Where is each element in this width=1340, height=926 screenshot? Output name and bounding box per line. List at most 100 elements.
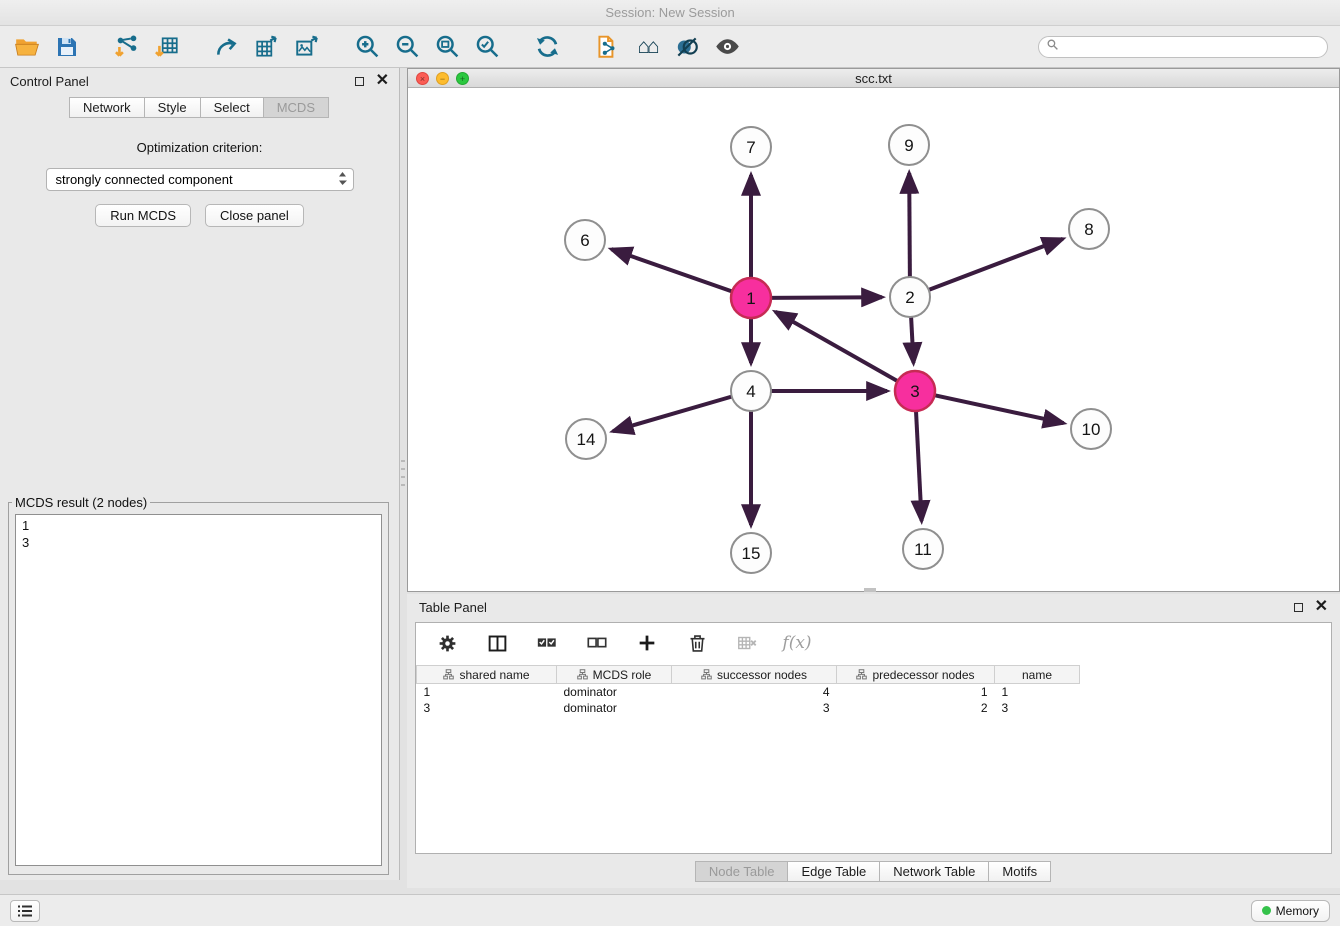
table-panel: Table Panel ✕ [407,594,1340,888]
graph-node-label-7: 7 [746,138,755,157]
mcds-result-box[interactable]: 1 3 [15,514,382,866]
column-header-mcds-role[interactable]: MCDS role [557,666,672,684]
graph-node-label-11: 11 [914,540,932,559]
control-panel: Control Panel ✕ Network Style Select MCD… [0,68,400,880]
memory-button-label: Memory [1276,904,1319,918]
export-image-icon[interactable] [292,32,322,62]
column-header-predecessor-nodes[interactable]: predecessor nodes [837,666,995,684]
delete-column-icon[interactable] [732,628,762,658]
unselect-all-icon[interactable] [582,628,612,658]
graph-node-label-6: 6 [580,231,589,250]
add-row-icon[interactable] [632,628,662,658]
graph-node-label-15: 15 [742,544,761,563]
refresh-view-icon[interactable] [532,32,562,62]
network-overview-icon[interactable]: ⌂⌂ [632,32,662,62]
memory-status-icon [1262,906,1271,915]
open-file-icon[interactable] [12,32,42,62]
search-icon [1046,38,1059,56]
table-settings-icon[interactable] [432,628,462,658]
run-mcds-button[interactable]: Run MCDS [95,204,191,227]
search-field[interactable] [1038,36,1328,58]
table-panel-content: f(x) shared name MCDS role successor nod… [415,622,1332,854]
zoom-out-icon[interactable] [392,32,422,62]
graph-node-label-9: 9 [904,136,913,155]
network-window-titlebar[interactable]: × − + scc.txt [408,69,1339,88]
graph-edge-1-2[interactable] [769,297,882,298]
zoom-in-icon[interactable] [352,32,382,62]
tab-mcds[interactable]: MCDS [263,97,329,118]
close-panel-icon[interactable]: ✕ [376,73,389,89]
task-history-button[interactable] [10,900,40,922]
network-window-title: scc.txt [855,71,892,86]
network-graph: 7968124314101511 [408,88,1339,591]
optimization-criterion-label: Optimization criterion: [0,140,399,155]
export-network-icon[interactable] [212,32,242,62]
close-window-icon[interactable]: × [416,72,429,85]
minimize-window-icon[interactable]: − [436,72,449,85]
save-session-icon[interactable] [52,32,82,62]
column-header-successor-nodes[interactable]: successor nodes [672,666,837,684]
maximize-window-icon[interactable]: + [456,72,469,85]
tab-select[interactable]: Select [200,97,264,118]
search-input[interactable] [1064,39,1320,55]
apply-style-icon[interactable] [672,32,702,62]
table-toolbar: f(x) [416,623,1331,663]
graph-node-label-3: 3 [910,382,919,401]
graph-edge-1-6[interactable] [611,249,734,292]
zoom-selected-icon[interactable] [472,32,502,62]
delete-row-icon[interactable] [682,628,712,658]
table-panel-title: Table Panel [419,600,487,615]
show-graphics-details-icon[interactable] [712,32,742,62]
optimization-criterion-dropdown[interactable]: strongly connected component [46,168,354,191]
import-network-icon[interactable] [112,32,142,62]
column-header-shared-name[interactable]: shared name [417,666,557,684]
graph-node-label-14: 14 [577,430,596,449]
table-row[interactable]: 3 dominator 3 2 3 [417,700,1080,716]
table-row[interactable]: 1 dominator 4 1 1 [417,684,1080,700]
graph-edge-3-11[interactable] [916,409,922,521]
float-table-panel-icon[interactable] [1294,603,1303,612]
graph-node-label-4: 4 [746,382,755,401]
graph-edge-4-14[interactable] [613,396,734,431]
close-table-panel-icon[interactable]: ✕ [1315,599,1328,615]
mcds-result-line: 1 [22,517,375,534]
main-toolbar: ⌂⌂ [0,26,1340,68]
graph-edge-3-10[interactable] [933,395,1064,423]
tab-edge-table[interactable]: Edge Table [787,861,880,882]
window-resize-handle[interactable] [864,588,876,592]
graph-edge-2-8[interactable] [927,239,1063,291]
network-canvas[interactable]: 7968124314101511 [408,88,1339,591]
network-view-window: × − + scc.txt 7968124314101511 [407,68,1340,592]
share-document-icon[interactable] [592,32,622,62]
panel-splitter-handle[interactable] [401,460,405,488]
graph-edge-3-1[interactable] [775,312,899,382]
graph-edge-2-3[interactable] [911,315,914,363]
float-panel-icon[interactable] [355,77,364,86]
export-table-icon[interactable] [252,32,282,62]
mcds-result-line: 3 [22,534,375,551]
dropdown-value: strongly connected component [56,172,338,187]
graph-node-label-8: 8 [1084,220,1093,239]
window-titlebar: Session: New Session [0,0,1340,26]
control-panel-title: Control Panel [10,74,89,89]
fit-content-icon[interactable] [432,32,462,62]
select-all-icon[interactable] [532,628,562,658]
split-column-icon[interactable] [482,628,512,658]
status-bar: Memory [0,894,1340,926]
mcds-result-title: MCDS result (2 nodes) [12,495,150,510]
tab-style[interactable]: Style [144,97,201,118]
control-panel-tabs: Network Style Select MCDS [0,97,399,118]
close-panel-button[interactable]: Close panel [205,204,304,227]
tab-motifs[interactable]: Motifs [988,861,1051,882]
tab-network[interactable]: Network [69,97,145,118]
function-builder-icon[interactable]: f(x) [782,628,812,658]
mcds-result-group: MCDS result (2 nodes) 1 3 [8,495,389,875]
tab-node-table[interactable]: Node Table [695,861,789,882]
table-panel-tabs: Node Table Edge Table Network Table Moti… [407,861,1340,882]
dropdown-stepper-icon [338,171,347,189]
column-header-name[interactable]: name [995,666,1080,684]
graph-edge-2-9[interactable] [909,173,910,279]
memory-button[interactable]: Memory [1251,900,1330,922]
import-table-icon[interactable] [152,32,182,62]
tab-network-table[interactable]: Network Table [879,861,989,882]
